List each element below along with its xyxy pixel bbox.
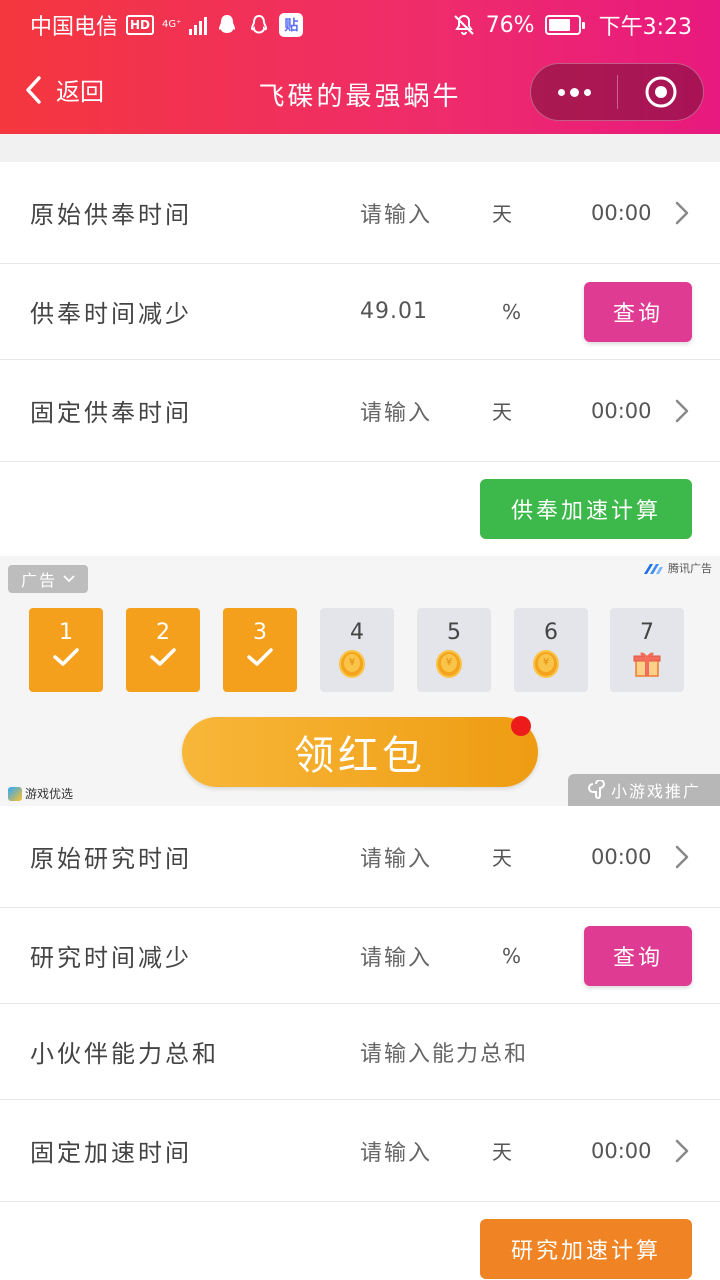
- row-label: 小伙伴能力总和: [30, 1040, 219, 1068]
- dot-icon: [557, 88, 565, 96]
- minigame-promo-label: 小游戏推广: [610, 782, 701, 801]
- game-select-label: 游戏优选: [25, 787, 74, 801]
- nav-bar: 返回 飞碟的最强蜗牛: [0, 50, 720, 134]
- time-picker[interactable]: 00:00: [591, 1139, 652, 1163]
- qq-outline-icon: [251, 14, 268, 34]
- row-label: 原始研究时间: [30, 845, 192, 873]
- supply-fixed-row: 固定供奉时间 请输入 天 00:00: [0, 360, 720, 462]
- chevron-right-icon[interactable]: [674, 398, 690, 424]
- ad-brand: 腾讯广告: [644, 560, 712, 576]
- ad-tag-label: 广告: [20, 571, 57, 590]
- target-close-icon: [645, 76, 676, 108]
- gift-icon: [633, 652, 661, 677]
- partner-ability-input[interactable]: 请输入能力总和: [360, 1036, 528, 1068]
- row-label: 供奉时间减少: [30, 300, 192, 328]
- minigame-promo-tag[interactable]: 小游戏推广: [568, 774, 720, 806]
- claim-redpacket-button[interactable]: 领红包: [182, 717, 538, 787]
- reward-day-6[interactable]: 6 ¥: [514, 608, 588, 692]
- chevron-right-icon[interactable]: [674, 1138, 690, 1164]
- research-fixed-input[interactable]: 请输入: [360, 1135, 432, 1167]
- game-select-logo-icon: [8, 786, 22, 801]
- unit-label: %: [502, 299, 522, 324]
- carrier-label: 中国电信: [30, 15, 119, 40]
- research-calc-button[interactable]: 研究加速计算: [480, 1219, 692, 1279]
- miniprogram-capsule: [530, 63, 704, 121]
- unit-label: 天: [492, 400, 512, 424]
- app-header: 中国电信 HD 4G⁺ 贴 76% 下午3:23 返回 飞碟的最强蜗牛: [0, 0, 720, 134]
- reward-day-4[interactable]: 4 ¥: [320, 608, 394, 692]
- row-label: 固定加速时间: [30, 1139, 192, 1167]
- day-number: 3: [253, 620, 267, 645]
- supply-original-row: 原始供奉时间 请输入 天 00:00: [0, 162, 720, 264]
- ad-tag[interactable]: 广告: [8, 565, 88, 593]
- chevron-down-icon: [63, 575, 75, 583]
- day-number: 5: [447, 620, 461, 645]
- time-picker[interactable]: 00:00: [591, 201, 652, 225]
- check-icon: [53, 648, 79, 666]
- research-original-input[interactable]: 请输入: [360, 841, 432, 873]
- research-original-row: 原始研究时间 请输入 天 00:00: [0, 806, 720, 908]
- close-miniprogram-button[interactable]: [618, 75, 703, 109]
- check-icon: [150, 648, 176, 666]
- minigame-icon: [588, 780, 605, 799]
- supply-fixed-input[interactable]: 请输入: [360, 395, 432, 427]
- unit-label: %: [502, 943, 522, 968]
- unit-label: 天: [492, 1140, 512, 1164]
- notification-dot: [511, 716, 531, 736]
- reward-day-1[interactable]: 1: [29, 608, 103, 692]
- reward-day-3[interactable]: 3: [223, 608, 297, 692]
- day-number: 6: [544, 620, 558, 645]
- mute-icon: [453, 14, 474, 35]
- supply-reduction-input[interactable]: 49.01: [360, 299, 428, 324]
- qq-icon: [219, 15, 236, 33]
- row-label: 固定供奉时间: [30, 399, 192, 427]
- game-select-brand: 游戏优选: [8, 785, 73, 802]
- coin-icon: ¥: [339, 650, 375, 678]
- ad-brand-label: 腾讯广告: [668, 562, 712, 575]
- ad-banner[interactable]: 广告 腾讯广告 1 2 3 4 ¥ 5 ¥ 6 ¥ 7 领红包 游戏优选 小游戏…: [0, 556, 720, 806]
- partner-ability-row: 小伙伴能力总和 请输入能力总和: [0, 1004, 720, 1100]
- section-spacer: [0, 134, 720, 162]
- reward-day-7[interactable]: 7: [610, 608, 684, 692]
- supply-reduction-row: 供奉时间减少 49.01 % 查询: [0, 264, 720, 360]
- chevron-right-icon[interactable]: [674, 200, 690, 226]
- row-label: 原始供奉时间: [30, 201, 192, 229]
- status-bar: 中国电信 HD 4G⁺ 贴 76% 下午3:23: [0, 0, 720, 50]
- unit-label: 天: [492, 846, 512, 870]
- supply-calc-button[interactable]: 供奉加速计算: [480, 479, 692, 539]
- time-picker[interactable]: 00:00: [591, 399, 652, 423]
- research-reduction-input[interactable]: 请输入: [360, 940, 432, 972]
- day-number: 7: [640, 620, 654, 645]
- coin-icon: ¥: [533, 650, 569, 678]
- chevron-right-icon[interactable]: [674, 844, 690, 870]
- tieba-icon: 贴: [279, 13, 304, 37]
- row-label: 研究时间减少: [30, 944, 192, 972]
- time-picker[interactable]: 00:00: [591, 845, 652, 869]
- research-fixed-row: 固定加速时间 请输入 天 00:00: [0, 1100, 720, 1202]
- dot-icon: [569, 87, 579, 97]
- hd-icon: HD: [126, 15, 155, 35]
- coin-icon: ¥: [436, 650, 472, 678]
- more-button[interactable]: [531, 87, 617, 97]
- reward-day-2[interactable]: 2: [126, 608, 200, 692]
- supply-query-button[interactable]: 查询: [584, 281, 692, 342]
- dot-icon: [583, 88, 591, 96]
- research-reduction-row: 研究时间减少 请输入 % 查询: [0, 908, 720, 1004]
- tencent-ad-icon: [644, 564, 663, 574]
- signal-icon: [189, 15, 208, 35]
- clock: 下午3:23: [598, 15, 692, 40]
- reward-day-5[interactable]: 5 ¥: [417, 608, 491, 692]
- day-number: 4: [350, 620, 364, 645]
- supply-original-input[interactable]: 请输入: [360, 197, 432, 229]
- research-query-button[interactable]: 查询: [584, 925, 692, 986]
- check-icon: [247, 648, 273, 666]
- day-number: 1: [59, 620, 73, 645]
- battery-percent: 76%: [485, 12, 535, 38]
- day-number: 2: [156, 620, 170, 645]
- battery-icon: [544, 15, 585, 35]
- network-label: 4G⁺: [162, 19, 182, 30]
- unit-label: 天: [492, 202, 512, 226]
